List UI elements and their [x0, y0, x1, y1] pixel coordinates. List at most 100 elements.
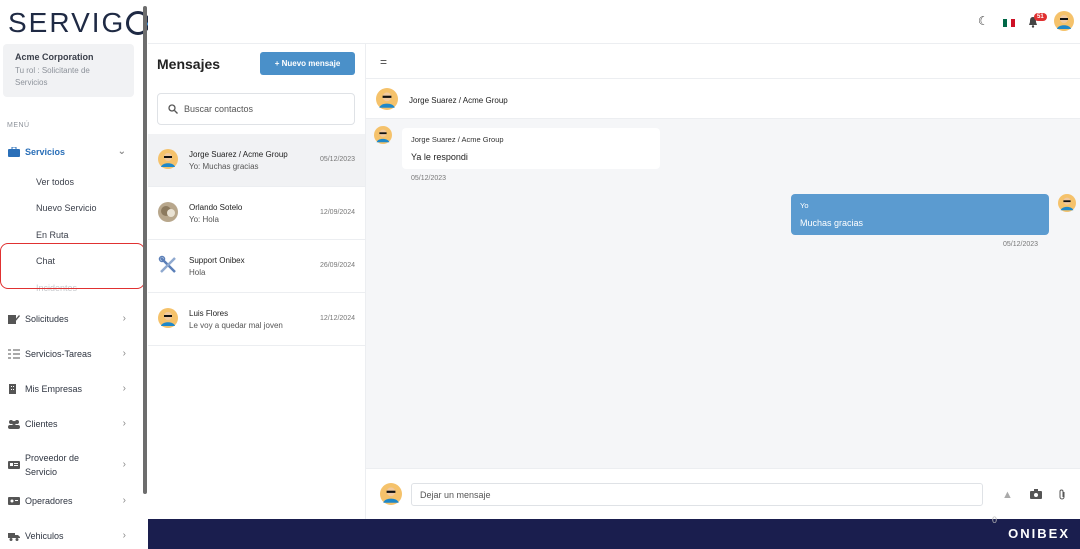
- tools-icon: [158, 255, 176, 273]
- contact-preview: Hola: [189, 268, 206, 277]
- truck-icon: [8, 533, 20, 541]
- contact-item-luis[interactable]: Luis Flores Le voy a quedar mal joven 12…: [148, 293, 365, 346]
- topbar: ☾ 51: [148, 0, 1080, 44]
- contact-name: Orlando Sotelo: [189, 203, 243, 212]
- contact-preview: Yo: Hola: [189, 215, 219, 224]
- sidebar-item-vehiculos[interactable]: Vehiculos ›: [8, 526, 130, 546]
- menu-toggle-icon[interactable]: =: [380, 55, 387, 69]
- sidebar-sub-en-ruta[interactable]: En Ruta: [36, 230, 69, 240]
- contact-date: 26/09/2024: [319, 262, 355, 269]
- sidebar-item-operadores[interactable]: Operadores ›: [8, 491, 130, 511]
- contact-item-support-onibex[interactable]: Support Onibex Hola 26/09/2024: [148, 240, 365, 293]
- chevron-right-icon: ›: [122, 348, 126, 359]
- id-badge-icon: [8, 497, 20, 505]
- sidebar-item-label: Solicitudes: [25, 314, 69, 324]
- camera-icon[interactable]: [1030, 489, 1042, 499]
- contact-name: Support Onibex: [189, 256, 245, 265]
- avatar: [158, 308, 178, 328]
- sidebar-item-label: Servicios-Tareas: [25, 349, 92, 359]
- sidebar-item-mis-empresas[interactable]: Mis Empresas ›: [8, 379, 130, 399]
- chevron-right-icon: ›: [122, 530, 126, 541]
- logo[interactable]: SERVI G: [8, 7, 151, 38]
- org-role: Tu rol : Solicitante de Servicios: [15, 66, 90, 87]
- message-input[interactable]: [411, 483, 983, 506]
- sidebar-item-servicios[interactable]: Servicios ⌄: [8, 142, 130, 162]
- building-icon: [9, 384, 16, 394]
- sidebar-item-label: Mis Empresas: [25, 384, 83, 394]
- chevron-right-icon: ›: [122, 383, 126, 394]
- contacts-title: Mensajes: [157, 56, 221, 72]
- footer-indicator: 0: [992, 515, 998, 525]
- chevron-right-icon: ›: [122, 313, 126, 324]
- new-message-button[interactable]: + Nuevo mensaje: [260, 52, 355, 75]
- avatar: [1058, 194, 1076, 212]
- sidebar: SERVI G Acme Corporation Tu rol : Solicit…: [0, 0, 151, 549]
- org-card[interactable]: Acme Corporation Tu rol : Solicitante de…: [3, 44, 134, 97]
- chat-header: Jorge Suarez / Acme Group: [366, 79, 1080, 119]
- message-outgoing: Yo Muchas gracias: [791, 194, 1049, 235]
- avatar: [158, 202, 178, 222]
- chevron-right-icon: ›: [122, 418, 126, 429]
- message-sender: Jorge Suarez / Acme Group: [411, 135, 504, 144]
- mexico-flag-icon[interactable]: [1003, 19, 1015, 27]
- chat-toolbar: =: [366, 44, 1080, 79]
- edit-icon: [8, 315, 20, 324]
- contact-date: 12/09/2024: [319, 209, 355, 216]
- contact-preview: Le voy a quedar mal joven: [189, 321, 283, 330]
- sidebar-item-label: Servicios: [25, 147, 66, 157]
- logo-text: SERVI: [8, 7, 102, 38]
- briefcase-icon: [8, 147, 20, 157]
- sidebar-item-label: Clientes: [25, 419, 58, 429]
- sidebar-item-servicios-tareas[interactable]: Servicios-Tareas ›: [8, 344, 130, 364]
- contact-item-orlando[interactable]: Orlando Sotelo Yo: Hola 12/09/2024: [148, 187, 365, 240]
- send-icon[interactable]: ▲: [1002, 489, 1013, 501]
- contacts-panel: Mensajes + Nuevo mensaje Jorge Suarez / …: [148, 44, 366, 519]
- contact-name: Luis Flores: [189, 309, 229, 318]
- chevron-right-icon: ›: [122, 495, 126, 506]
- sidebar-item-solicitudes[interactable]: Solicitudes ›: [8, 309, 130, 329]
- contact-item-jorge[interactable]: Jorge Suarez / Acme Group Yo: Muchas gra…: [148, 134, 365, 187]
- checklist-icon: [8, 349, 20, 359]
- chat-highlight-box: [0, 243, 145, 289]
- search-box[interactable]: [157, 93, 355, 125]
- sidebar-item-label: Vehiculos: [25, 531, 64, 541]
- contact-preview: Yo: Muchas gracias: [189, 162, 259, 171]
- moon-icon[interactable]: ☾: [978, 14, 989, 28]
- attachment-icon[interactable]: [1058, 489, 1066, 501]
- notification-badge: 51: [1034, 13, 1047, 21]
- footer: 0 ONIBEX: [148, 515, 1080, 549]
- message-text: Muchas gracias: [800, 218, 864, 228]
- message-composer: ▲: [366, 468, 1080, 519]
- avatar[interactable]: [1054, 11, 1074, 31]
- sidebar-item-label: Operadores: [25, 496, 73, 506]
- chevron-down-icon: ⌄: [117, 146, 126, 157]
- sidebar-item-proveedor-de-servicio[interactable]: Proveedor de Servicio ›: [8, 451, 130, 479]
- users-icon: [8, 420, 20, 429]
- sidebar-scrollbar[interactable]: [143, 6, 147, 494]
- message-incoming: Jorge Suarez / Acme Group Ya le respondi: [402, 128, 660, 169]
- avatar: [158, 149, 178, 169]
- logo-text-suffix: G: [101, 7, 126, 38]
- search-icon: [168, 104, 178, 114]
- message-sender: Yo: [800, 201, 809, 210]
- contact-date: 12/12/2024: [319, 315, 355, 322]
- sidebar-item-label: Proveedor de Servicio: [25, 453, 80, 477]
- message-text: Ya le respondi: [411, 152, 468, 162]
- message-date: 05/12/2023: [411, 175, 447, 182]
- menu-title: MENÚ: [7, 122, 30, 129]
- chat-header-name: Jorge Suarez / Acme Group: [409, 96, 508, 105]
- org-name: Acme Corporation: [15, 52, 94, 62]
- sidebar-sub-ver-todos[interactable]: Ver todos: [36, 177, 74, 187]
- id-card-icon: [8, 461, 20, 469]
- sidebar-sub-nuevo-servicio[interactable]: Nuevo Servicio: [36, 203, 97, 213]
- chevron-right-icon: ›: [122, 459, 126, 470]
- avatar: [380, 483, 402, 505]
- message-date: 05/12/2023: [1003, 241, 1039, 248]
- avatar: [374, 126, 392, 144]
- sidebar-item-clientes[interactable]: Clientes ›: [8, 414, 130, 434]
- avatar: [376, 88, 398, 110]
- footer-brand: ONIBEX: [1008, 526, 1070, 541]
- search-input[interactable]: [184, 104, 344, 114]
- chat-area: = Jorge Suarez / Acme Group Jorge Suarez…: [366, 44, 1080, 519]
- contact-date: 05/12/2023: [319, 156, 355, 163]
